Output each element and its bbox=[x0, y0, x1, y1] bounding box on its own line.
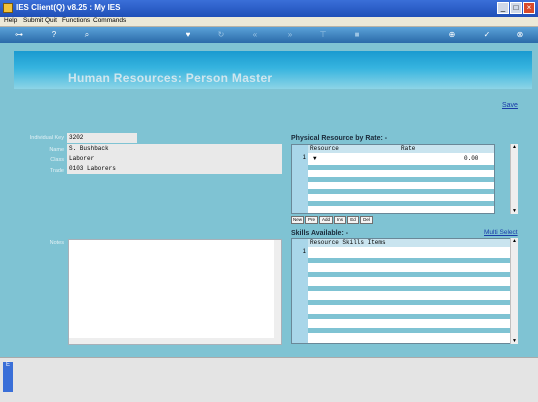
grid-stripe bbox=[308, 201, 494, 206]
insert-button[interactable]: Ins bbox=[334, 216, 346, 224]
skills-grid: Resource Skills Items 1 bbox=[291, 238, 511, 344]
notes-label: Notes bbox=[49, 240, 64, 246]
heart-icon[interactable]: ♥ bbox=[183, 30, 193, 40]
name-label: Name bbox=[49, 147, 64, 153]
row-number: 1 bbox=[302, 155, 306, 161]
name-field[interactable]: S. Bushback bbox=[67, 144, 282, 154]
skills-available-title: Skills Available: - bbox=[291, 230, 349, 237]
scroll-up-icon[interactable]: ▲ bbox=[512, 144, 517, 150]
window-titlebar: IES Client(Q) v8.25 : My IES _ □ × bbox=[0, 0, 538, 17]
rate-value[interactable]: 0.00 bbox=[464, 155, 478, 162]
save-link[interactable]: Save bbox=[502, 102, 518, 109]
menu-commands[interactable]: Commands bbox=[93, 17, 126, 24]
trade-label: Trade bbox=[49, 168, 64, 174]
physical-resource-scrollbar[interactable]: ▲ ▼ bbox=[510, 144, 518, 214]
individual-key-field[interactable]: 3202 bbox=[67, 133, 137, 143]
scroll-down-icon[interactable]: ▼ bbox=[512, 338, 517, 344]
scroll-down-icon[interactable]: ▼ bbox=[512, 208, 517, 214]
grid-header: Resource Rate bbox=[308, 145, 494, 153]
close-button[interactable]: × bbox=[523, 2, 535, 14]
bookmark-icon[interactable]: ⊤ bbox=[318, 30, 328, 40]
fast-forward-icon[interactable]: » bbox=[285, 30, 295, 40]
grid-stripe bbox=[308, 286, 510, 291]
page-title: Human Resources: Person Master bbox=[68, 71, 273, 85]
edit-button[interactable]: Ed bbox=[347, 216, 359, 224]
menu-submit[interactable]: Submit bbox=[23, 17, 43, 24]
grid-stripe bbox=[308, 272, 510, 277]
help-icon[interactable]: ? bbox=[49, 30, 59, 40]
row-number: 1 bbox=[302, 249, 306, 255]
menu-functions[interactable]: Functions bbox=[62, 17, 90, 24]
physical-resource-grid: Resource Rate 1 ▼ 0.00 bbox=[291, 144, 495, 214]
multi-select-link[interactable]: Multi Select bbox=[484, 229, 518, 236]
side-strip-icon: E bbox=[3, 362, 13, 392]
class-field[interactable]: Laborer bbox=[67, 154, 282, 164]
physical-resource-title: Physical Resource by Rate: - bbox=[291, 135, 388, 142]
app-icon bbox=[3, 3, 13, 13]
add-button[interactable]: Add bbox=[319, 216, 333, 224]
scroll-up-icon[interactable]: ▲ bbox=[512, 238, 517, 244]
grid-stripe bbox=[308, 165, 494, 170]
class-label: Class bbox=[50, 157, 64, 163]
close-icon[interactable]: ⊗ bbox=[515, 30, 525, 40]
grid-stripe bbox=[308, 328, 510, 333]
menu-help[interactable]: Help bbox=[4, 17, 17, 24]
toolbar: ⊶ ? ⌕ ♥ ↻ « » ⊤ ■ ⊕ ✓ ⊗ bbox=[0, 27, 538, 43]
page-banner: Human Resources: Person Master bbox=[14, 51, 532, 89]
individual-key-label: Individual Key bbox=[29, 135, 64, 141]
grid-stripe bbox=[308, 300, 510, 305]
rewind-icon[interactable]: « bbox=[250, 30, 260, 40]
grid-stripe bbox=[308, 189, 494, 194]
square-icon[interactable]: ■ bbox=[352, 30, 362, 40]
maximize-button[interactable]: □ bbox=[510, 2, 522, 14]
notes-horizontal-scrollbar[interactable] bbox=[69, 338, 275, 344]
delete-button[interactable]: Del bbox=[360, 216, 373, 224]
grid-stripe bbox=[308, 177, 494, 182]
column-header-rate[interactable]: Rate bbox=[401, 145, 415, 153]
skills-scrollbar[interactable]: ▲ ▼ bbox=[510, 238, 518, 344]
add-icon[interactable]: ⊕ bbox=[447, 30, 457, 40]
column-header-resource-skills-items[interactable]: Resource Skills Items bbox=[310, 239, 386, 247]
grid-stripe bbox=[308, 314, 510, 319]
previous-button[interactable]: Pre bbox=[305, 216, 318, 224]
refresh-icon[interactable]: ↻ bbox=[216, 30, 226, 40]
grid-stripe bbox=[308, 258, 510, 263]
notes-textarea[interactable] bbox=[68, 239, 282, 345]
search-icon[interactable]: ⌕ bbox=[82, 30, 92, 40]
new-button[interactable]: New bbox=[291, 216, 304, 224]
window-title: IES Client(Q) v8.25 : My IES bbox=[16, 3, 121, 12]
key-icon[interactable]: ⊶ bbox=[10, 30, 28, 40]
main-content: Human Resources: Person Master Save Indi… bbox=[0, 43, 538, 357]
column-header-resource[interactable]: Resource bbox=[310, 145, 339, 153]
grid-header: Resource Skills Items bbox=[308, 239, 510, 247]
menu-quit[interactable]: Quit bbox=[45, 17, 57, 24]
menu-bar: Help Submit Quit Functions Commands bbox=[0, 17, 538, 27]
minimize-button[interactable]: _ bbox=[497, 2, 509, 14]
lower-panel: E bbox=[0, 357, 538, 402]
trade-field[interactable]: 0103 Laborers bbox=[67, 164, 282, 174]
resource-dropdown[interactable]: ▼ bbox=[313, 155, 317, 162]
notes-vertical-scrollbar[interactable] bbox=[274, 240, 281, 344]
check-icon[interactable]: ✓ bbox=[482, 30, 492, 40]
